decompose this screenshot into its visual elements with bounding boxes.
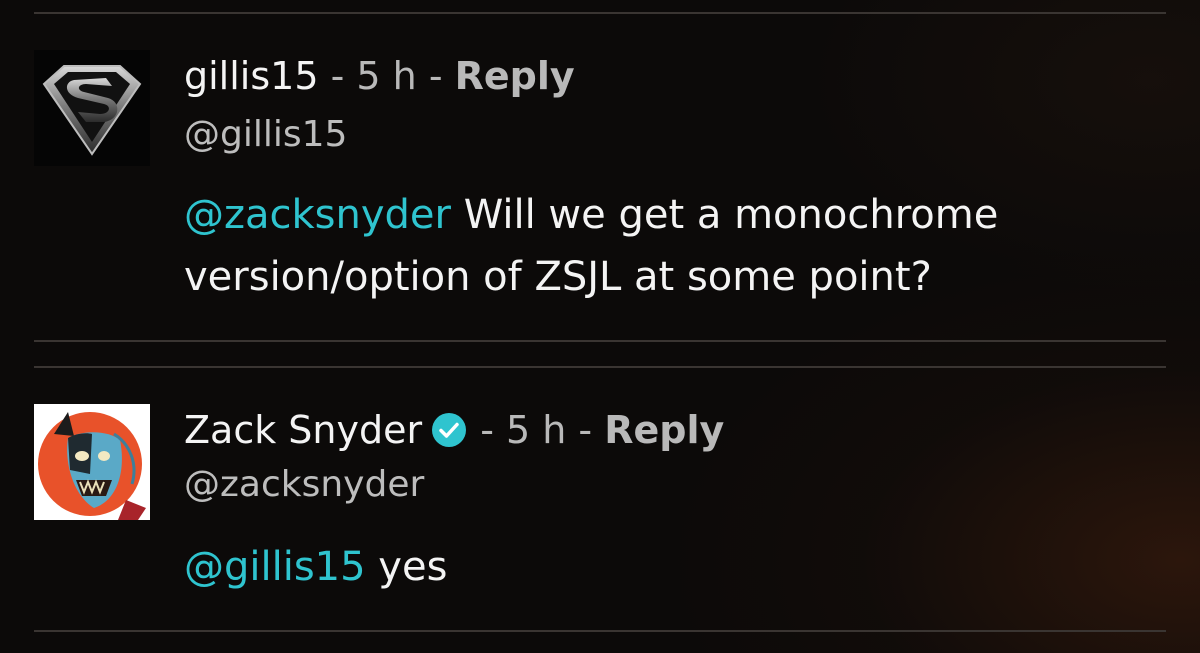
top-divider	[34, 12, 1166, 14]
reply-button[interactable]: Reply	[455, 54, 575, 98]
meta-separator: -	[566, 408, 605, 452]
comment-meta: gillis15 - 5 h - Reply	[184, 54, 575, 98]
comment-item: Zack Snyder - 5 h - Reply @zacksnyder @g…	[34, 390, 1166, 630]
avatar[interactable]	[34, 404, 150, 520]
comment-divider	[34, 366, 1166, 368]
comment-body: yes	[365, 544, 448, 590]
author-name[interactable]: Zack Snyder	[184, 408, 422, 452]
superman-logo-icon	[42, 65, 142, 156]
bottom-divider	[34, 630, 1166, 632]
avatar[interactable]	[34, 50, 150, 166]
reply-button[interactable]: Reply	[604, 408, 724, 452]
mention-link[interactable]: @gillis15	[184, 544, 366, 590]
timestamp: 5 h	[356, 54, 417, 98]
verified-badge-icon	[430, 411, 468, 449]
zombie-batman-art-icon	[34, 404, 150, 520]
user-handle[interactable]: @zacksnyder	[184, 464, 424, 506]
comment-text: @zacksnyder Will we get a monochrome ver…	[184, 184, 1164, 308]
meta-separator: -	[468, 408, 506, 452]
author-name[interactable]: gillis15	[184, 54, 319, 98]
user-handle[interactable]: @gillis15	[184, 114, 347, 156]
mention-link[interactable]: @zacksnyder	[184, 192, 451, 238]
meta-separator: -	[416, 54, 455, 98]
comment-divider	[34, 340, 1166, 342]
comment-item: gillis15 - 5 h - Reply @gillis15 @zacksn…	[34, 40, 1166, 330]
comment-text: @gillis15 yes	[184, 536, 1164, 598]
timestamp: 5 h	[506, 408, 567, 452]
comment-meta: Zack Snyder - 5 h - Reply	[184, 408, 724, 452]
meta-separator: -	[318, 54, 357, 98]
